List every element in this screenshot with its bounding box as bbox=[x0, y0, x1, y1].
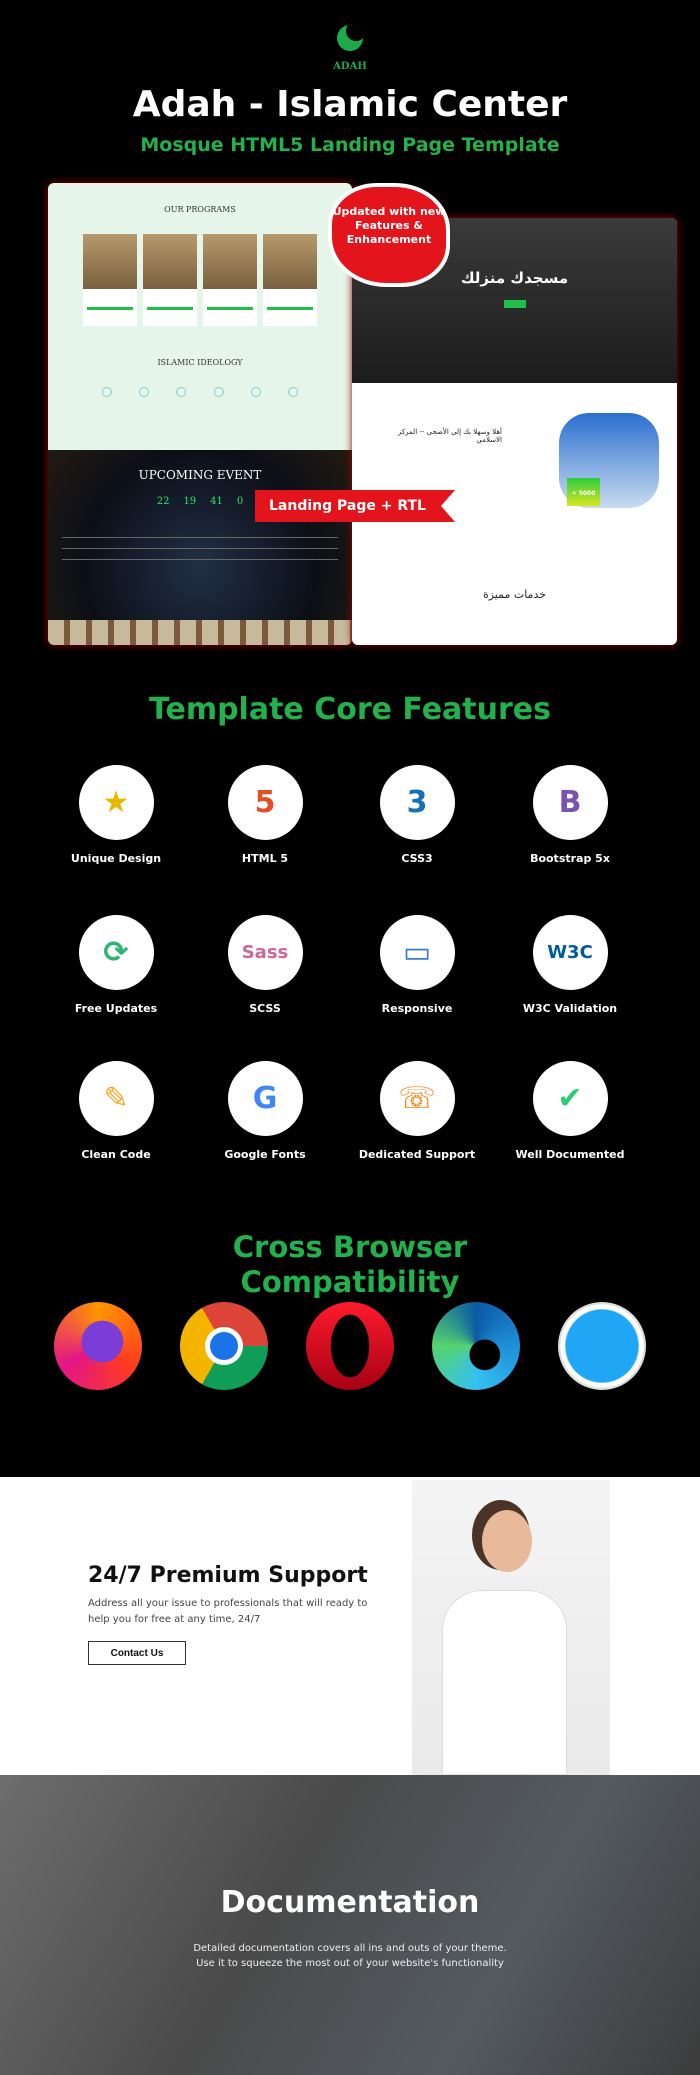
ideology-icon bbox=[213, 387, 224, 397]
w3c-icon: W3C bbox=[532, 915, 608, 990]
about-title: أهلا وسهلا بك إلى الأضحى -- المركز الاسل… bbox=[397, 428, 502, 444]
browsers-title: Cross Browser Compatibility bbox=[0, 1230, 700, 1300]
preview-ltr: OUR PROGRAMS ISLAMIC IDEOLOGY UPCOMING E… bbox=[48, 183, 352, 645]
documentation-title: Documentation bbox=[220, 1885, 480, 1920]
program-card bbox=[143, 234, 197, 326]
feature-item: G Google Fonts bbox=[190, 1061, 340, 1161]
feature-label: W3C Validation bbox=[522, 1002, 618, 1015]
feature-label: CSS3 bbox=[401, 852, 433, 865]
feature-label: SCSS bbox=[249, 1002, 281, 1015]
css3-icon: 3 bbox=[379, 765, 455, 840]
safari-icon bbox=[558, 1302, 646, 1390]
ideology-heading: ISLAMIC IDEOLOGY bbox=[157, 358, 243, 367]
feature-label: Responsive bbox=[381, 1002, 453, 1015]
feature-label: Google Fonts bbox=[224, 1148, 306, 1161]
feature-item: ✎ Clean Code bbox=[41, 1061, 191, 1161]
bootstrap-icon: B bbox=[532, 765, 608, 840]
ideology-icon bbox=[176, 387, 187, 397]
ideology-icon bbox=[138, 387, 149, 397]
program-card bbox=[263, 234, 317, 326]
countdown-minutes: 41 bbox=[210, 496, 223, 507]
event-heading: UPCOMING EVENT bbox=[138, 468, 262, 482]
documentation-line: Detailed documentation covers all ins an… bbox=[193, 1943, 507, 1954]
program-card bbox=[83, 234, 137, 326]
feature-label: Clean Code bbox=[81, 1148, 151, 1161]
feature-item: W3C W3C Validation bbox=[495, 915, 645, 1015]
countdown-seconds: 0 bbox=[236, 496, 244, 507]
feature-label: Well Documented bbox=[515, 1148, 625, 1161]
feature-item: ★ Unique Design bbox=[41, 765, 191, 865]
feature-item: ☏ Dedicated Support bbox=[342, 1061, 492, 1161]
services-title: خدمات مميزة bbox=[482, 588, 547, 601]
google-fonts-icon: G bbox=[227, 1061, 303, 1136]
award-boxes-icon: ★ bbox=[78, 765, 154, 840]
rtl-ribbon: Landing Page + RTL bbox=[255, 490, 455, 522]
edge-icon bbox=[432, 1302, 520, 1390]
chrome-icon bbox=[180, 1302, 268, 1390]
countdown-days: 22 bbox=[156, 496, 170, 507]
feature-item: ⟳ Free Updates bbox=[41, 915, 191, 1015]
monitor-refresh-icon: ⟳ bbox=[78, 915, 154, 990]
page-subtitle: Mosque HTML5 Landing Page Template bbox=[140, 134, 560, 156]
documentation-section bbox=[0, 1775, 700, 2075]
feature-item: ▭ Responsive bbox=[342, 915, 492, 1015]
documentation-line: Use it to squeeze the most out of your w… bbox=[196, 1958, 504, 1969]
brush-icon: ✎ bbox=[78, 1061, 154, 1136]
logo-text: ADAH bbox=[333, 61, 367, 72]
sass-icon: Sass bbox=[227, 915, 303, 990]
feature-item: B Bootstrap 5x bbox=[495, 765, 645, 865]
headset-icon: ☏ bbox=[379, 1061, 455, 1136]
ideology-icon bbox=[101, 387, 112, 397]
programs-heading: OUR PROGRAMS bbox=[164, 205, 236, 214]
support-text: Address all your issue to professionals … bbox=[88, 1598, 368, 1625]
browsers-title-line2: Compatibility bbox=[240, 1265, 460, 1299]
opera-icon bbox=[306, 1302, 394, 1390]
update-badge: Updated with new Features & Enhancement bbox=[328, 183, 450, 287]
logo: ADAH bbox=[320, 25, 380, 72]
feature-label: Dedicated Support bbox=[358, 1148, 476, 1161]
page-title: Adah - Islamic Center bbox=[132, 84, 568, 125]
devices-icon: ▭ bbox=[379, 915, 455, 990]
firefox-icon bbox=[54, 1302, 142, 1390]
documentation-text: Detailed documentation covers all ins an… bbox=[0, 1941, 700, 1971]
feature-label: Bootstrap 5x bbox=[530, 852, 610, 865]
document-check-icon: ✔ bbox=[532, 1061, 608, 1136]
feature-label: Free Updates bbox=[74, 1002, 158, 1015]
feature-item: ✔ Well Documented bbox=[495, 1061, 645, 1161]
countdown-hours: 19 bbox=[183, 496, 197, 507]
feature-label: Unique Design bbox=[70, 852, 162, 865]
mosque-crescent-icon bbox=[337, 25, 363, 51]
contact-us-button[interactable]: Contact Us bbox=[88, 1641, 186, 1665]
program-card bbox=[203, 234, 257, 326]
ideology-icon bbox=[250, 387, 261, 397]
stat-badge: + 5000 bbox=[567, 478, 600, 506]
html5-icon: 5 bbox=[227, 765, 303, 840]
feature-item: 3 CSS3 bbox=[342, 765, 492, 865]
feature-label: HTML 5 bbox=[241, 852, 289, 865]
feature-item: 5 HTML 5 bbox=[190, 765, 340, 865]
ideology-icon bbox=[288, 387, 299, 397]
browsers-title-line1: Cross Browser bbox=[232, 1230, 468, 1264]
support-agent-photo bbox=[412, 1480, 610, 1775]
feature-item: Sass SCSS bbox=[190, 915, 340, 1015]
features-title: Template Core Features bbox=[149, 692, 551, 727]
support-title: 24/7 Premium Support bbox=[88, 1563, 368, 1588]
